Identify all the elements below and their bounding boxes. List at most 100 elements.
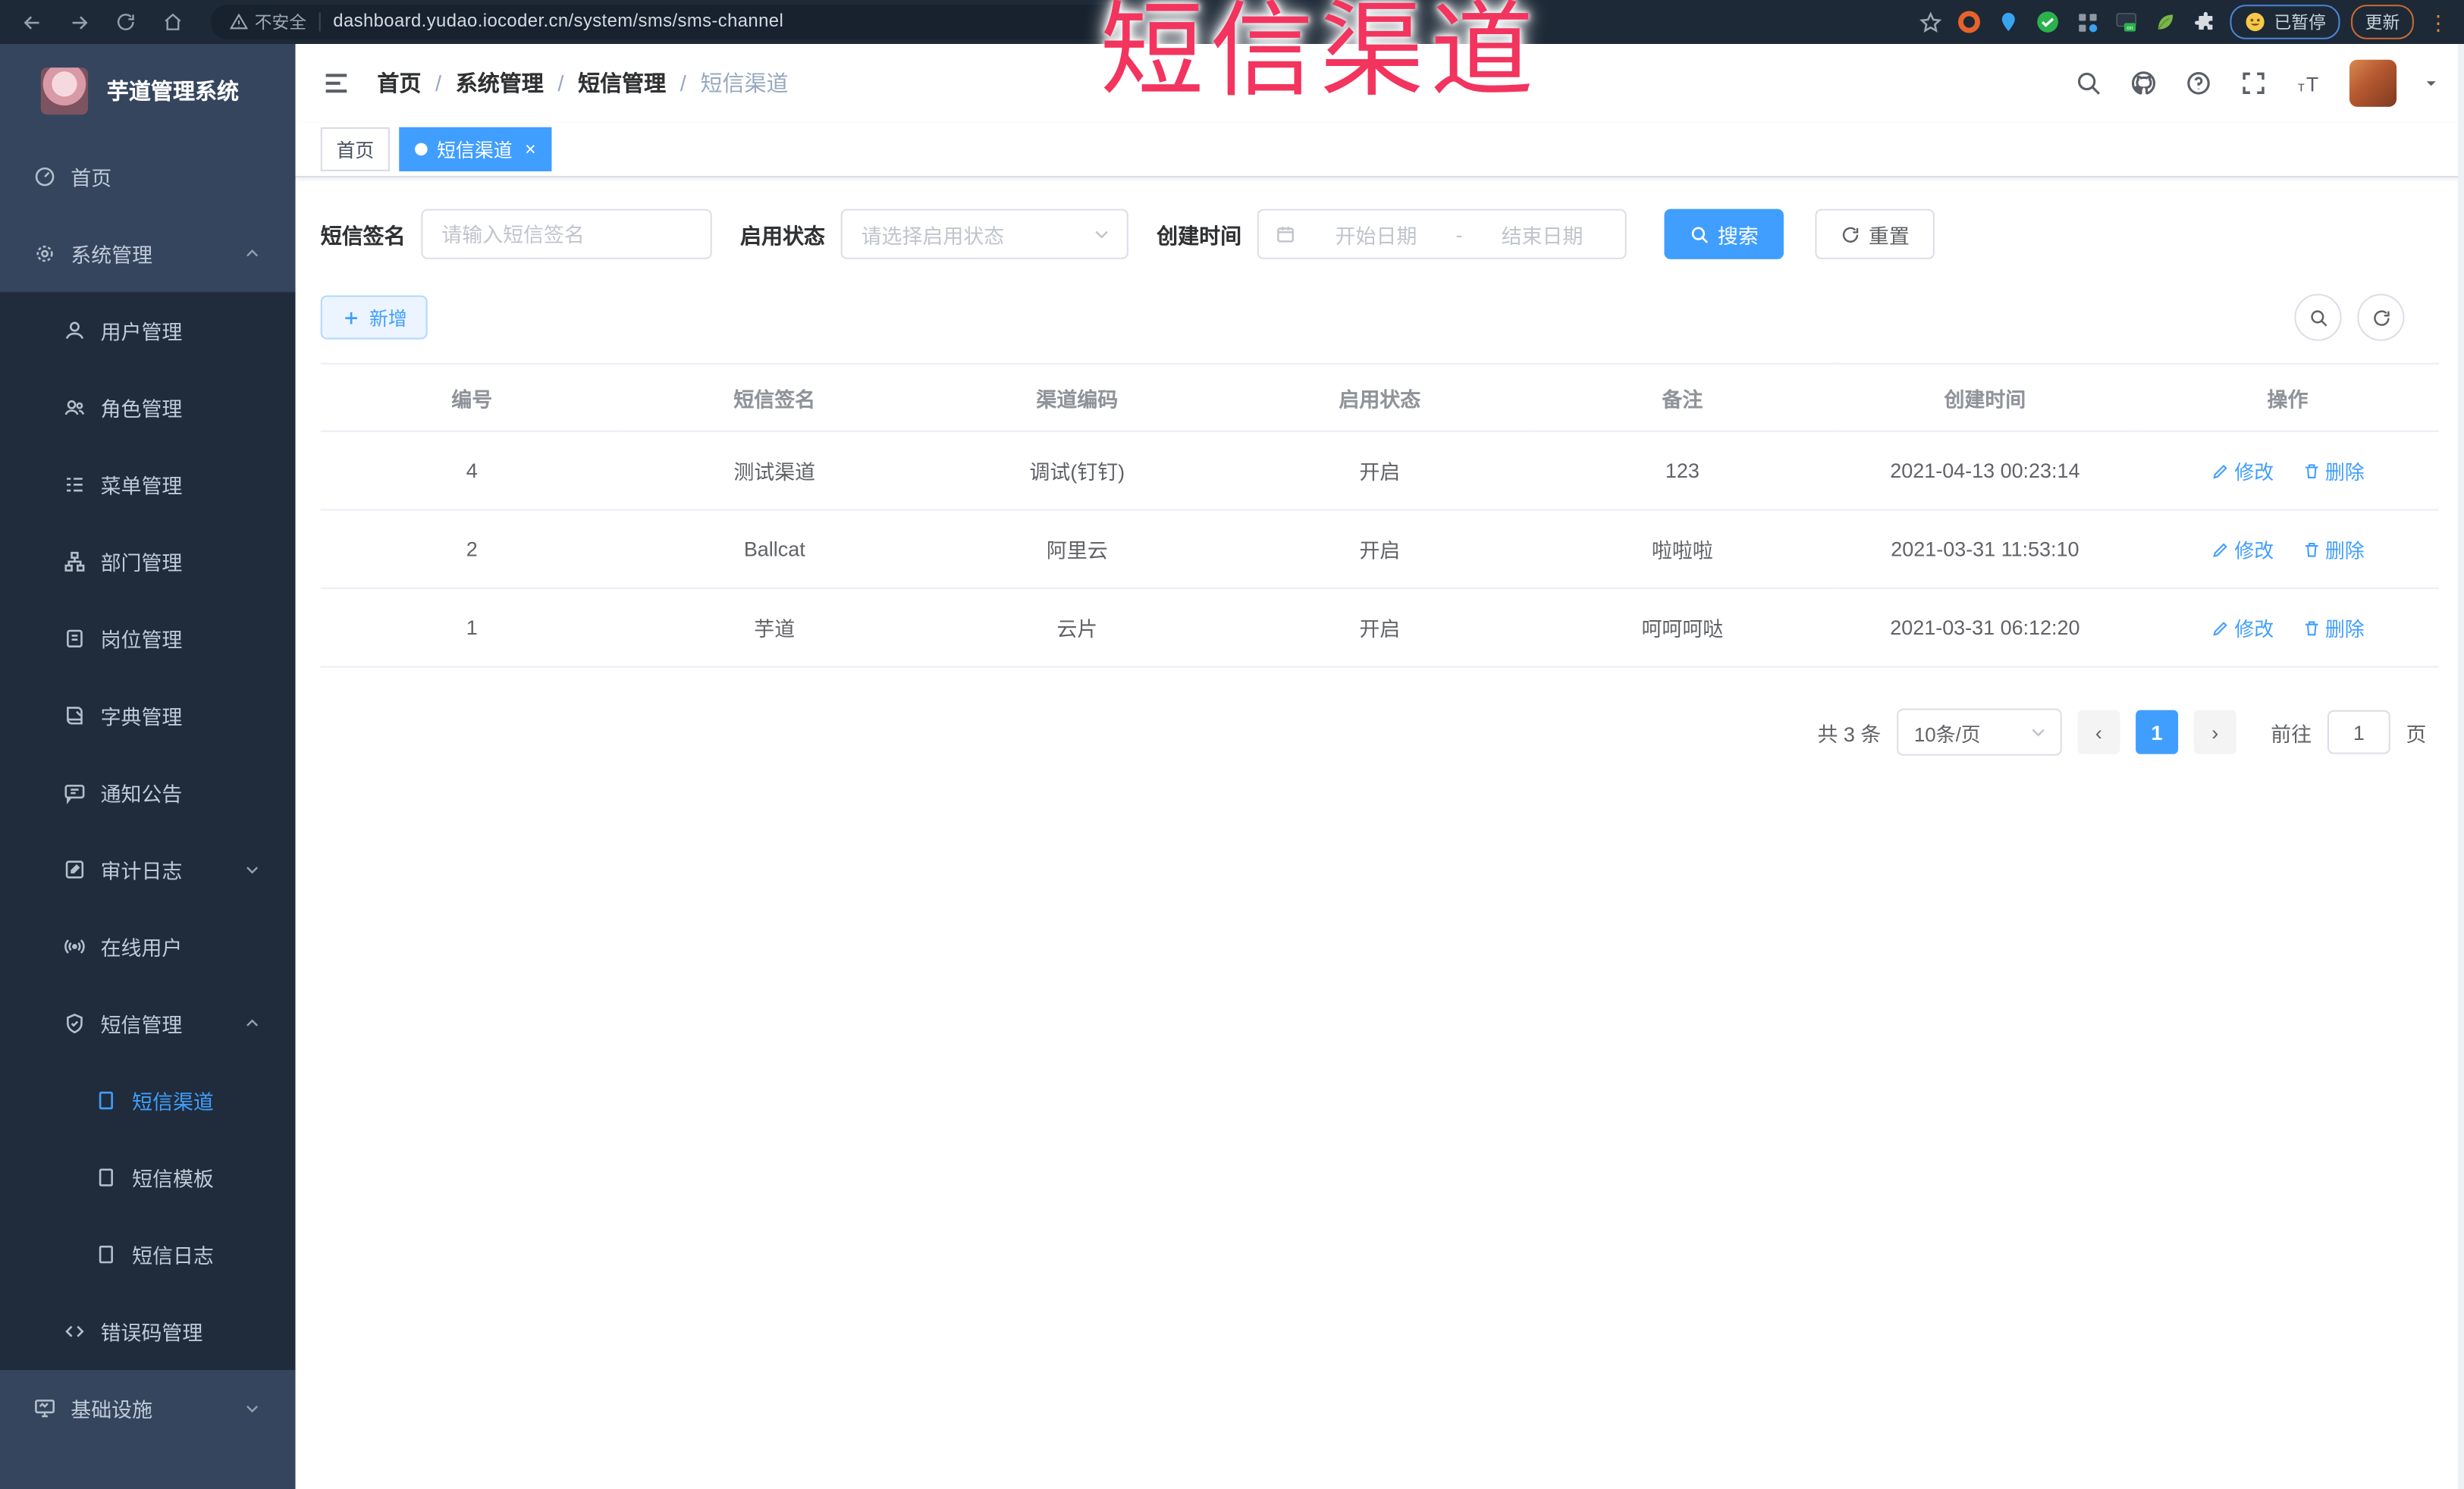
sidebar-item-posts[interactable]: 岗位管理 <box>0 600 296 678</box>
paused-label: 已暂停 <box>2274 14 2326 33</box>
prev-page-button[interactable]: ‹ <box>2077 710 2120 754</box>
app-logo-row[interactable]: 芋道管理系统 <box>0 44 296 138</box>
close-icon[interactable]: × <box>525 139 536 158</box>
refresh-table-button[interactable] <box>2357 293 2405 341</box>
font-size-icon[interactable]: тT <box>2294 69 2322 97</box>
tab-home[interactable]: 首页 <box>320 127 390 171</box>
delete-link[interactable]: 删除 <box>2302 613 2365 642</box>
chevron-down-icon <box>246 1406 259 1413</box>
chevron-up-icon <box>246 249 259 257</box>
active-dot-icon <box>415 143 428 156</box>
update-chip[interactable]: 更新 <box>2351 5 2414 39</box>
edit-icon <box>2213 542 2227 556</box>
post-icon <box>67 629 83 648</box>
security-warning[interactable]: 不安全 <box>229 9 307 34</box>
github-icon[interactable] <box>2130 69 2158 97</box>
sidebar-bottom-section: 基础设施 <box>0 1369 296 1489</box>
col-status: 启用状态 <box>1228 362 1531 432</box>
sidebar-top-section: 芋道管理系统 首页 系统管理 <box>0 44 296 293</box>
sidebar-item-notice[interactable]: 通知公告 <box>0 754 296 832</box>
search-icon[interactable] <box>2074 69 2102 97</box>
delete-link[interactable]: 删除 <box>2302 456 2365 485</box>
sidebar-item-home[interactable]: 首页 <box>0 138 296 215</box>
org-tree-icon <box>64 551 85 572</box>
refresh-icon <box>2373 309 2389 325</box>
edit-link[interactable]: 修改 <box>2211 534 2274 564</box>
chevron-up-icon <box>246 1019 259 1027</box>
breadcrumb-sms[interactable]: 短信管理 <box>578 67 666 99</box>
refresh-icon[interactable] <box>107 3 145 41</box>
sidebar-item-sms-template[interactable]: 短信模板 <box>0 1139 296 1216</box>
app-title: 芋道管理系统 <box>106 78 239 104</box>
reset-button[interactable]: 重置 <box>1815 208 1935 259</box>
status-select[interactable]: 请选择启用状态 <box>840 208 1128 259</box>
browser-scrollbar[interactable] <box>2457 44 2464 1489</box>
chevron-down-icon <box>246 867 259 874</box>
date-range-picker[interactable]: 开始日期 - 结束日期 <box>1257 208 1627 259</box>
sidebar-item-menus[interactable]: 菜单管理 <box>0 447 296 524</box>
avatar[interactable] <box>2349 59 2397 107</box>
sidebar-item-dict[interactable]: 字典管理 <box>0 677 296 754</box>
delete-icon <box>2304 620 2318 635</box>
collapse-sidebar-icon[interactable] <box>321 67 352 99</box>
toggle-search-button[interactable] <box>2294 293 2342 341</box>
sidebar-item-infra[interactable]: 基础设施 <box>0 1370 296 1447</box>
url-text[interactable]: dashboard.yudao.iocoder.cn/system/sms/sm… <box>333 13 783 32</box>
table-toolbar: 新增 <box>320 293 2439 341</box>
chevron-down-icon <box>2032 729 2045 737</box>
next-page-button[interactable]: › <box>2193 710 2236 754</box>
sidebar-item-system[interactable]: 系统管理 <box>0 215 296 293</box>
extension-switch-icon[interactable]: on <box>2112 8 2140 36</box>
online-user-icon <box>64 939 85 954</box>
bookmark-star-icon[interactable] <box>1916 8 1944 36</box>
profile-paused-chip[interactable]: 已暂停 <box>2230 5 2340 39</box>
tab-sms-channel[interactable]: 短信渠道 × <box>399 127 552 171</box>
app-window: 芋道管理系统 首页 系统管理 用户管理 角色管理 菜单管理 部门管理 岗位管理 … <box>0 44 2464 1489</box>
table-row[interactable]: 4 测试渠道 调试(钉钉) 开启 123 2021-04-13 00:23:14… <box>320 431 2440 511</box>
search-button[interactable]: 搜索 <box>1664 208 1784 259</box>
extension-check-icon[interactable] <box>2033 8 2061 36</box>
sms-shield-icon <box>67 1013 83 1034</box>
sidebar-item-online-users[interactable]: 在线用户 <box>0 908 296 986</box>
edit-link[interactable]: 修改 <box>2211 456 2274 485</box>
add-button[interactable]: 新增 <box>320 295 428 340</box>
address-bar[interactable]: 不安全 dashboard.yudao.iocoder.cn/system/sm… <box>210 5 1128 39</box>
question-icon[interactable] <box>2184 69 2212 97</box>
breadcrumb-current: 短信渠道 <box>700 71 789 96</box>
delete-link[interactable]: 删除 <box>2302 534 2365 564</box>
goto-page-input[interactable] <box>2328 711 2389 753</box>
sidebar-item-departments[interactable]: 部门管理 <box>0 523 296 600</box>
page-size-select[interactable]: 10条/页 <box>1897 708 2062 756</box>
extension-leaf-icon[interactable] <box>2152 8 2180 36</box>
forward-icon[interactable] <box>60 3 98 41</box>
edit-link[interactable]: 修改 <box>2211 613 2274 642</box>
sidebar-item-users[interactable]: 用户管理 <box>0 292 296 369</box>
page-1-button[interactable]: 1 <box>2136 710 2179 754</box>
chevron-down-icon[interactable] <box>2423 75 2439 91</box>
page-content: 短信签名 启用状态 请选择启用状态 创建时间 开始日期 - 结束日期 <box>296 177 2464 1489</box>
monitor-icon <box>35 1400 55 1418</box>
extension-grid-icon[interactable] <box>2073 8 2101 36</box>
table-row[interactable]: 1 芋道 云片 开启 呵呵呵哒 2021-03-31 06:12:20 修改 删… <box>320 588 2440 668</box>
sidebar-item-sms[interactable]: 短信管理 <box>0 985 296 1062</box>
extension-adblock-icon[interactable] <box>1955 8 1983 36</box>
tags-bar: 首页 短信渠道 × <box>295 122 2464 178</box>
sidebar-item-audit-log[interactable]: 审计日志 <box>0 831 296 908</box>
sidebar-item-sms-log[interactable]: 短信日志 <box>0 1216 296 1293</box>
end-date-placeholder: 结束日期 <box>1501 224 1584 248</box>
breadcrumb-home[interactable]: 首页 <box>377 67 421 99</box>
sidebar-item-error-codes[interactable]: 错误码管理 <box>0 1293 296 1370</box>
back-icon[interactable] <box>13 3 51 41</box>
extension-pin-icon[interactable] <box>1995 8 2023 36</box>
sign-input[interactable] <box>422 210 711 258</box>
browser-menu-icon[interactable]: ⋮ <box>2425 12 2451 33</box>
security-label: 不安全 <box>254 14 307 33</box>
sidebar-item-roles[interactable]: 角色管理 <box>0 369 296 447</box>
sidebar-item-sms-channel[interactable]: 短信渠道 <box>0 1062 296 1139</box>
breadcrumb-system[interactable]: 系统管理 <box>456 67 544 99</box>
extensions-puzzle-icon[interactable] <box>2191 8 2219 36</box>
table-row[interactable]: 2 Ballcat 阿里云 开启 啦啦啦 2021-03-31 11:53:10… <box>320 509 2440 590</box>
col-id: 编号 <box>320 362 623 432</box>
home-icon[interactable] <box>154 3 192 41</box>
fullscreen-icon[interactable] <box>2240 69 2268 97</box>
